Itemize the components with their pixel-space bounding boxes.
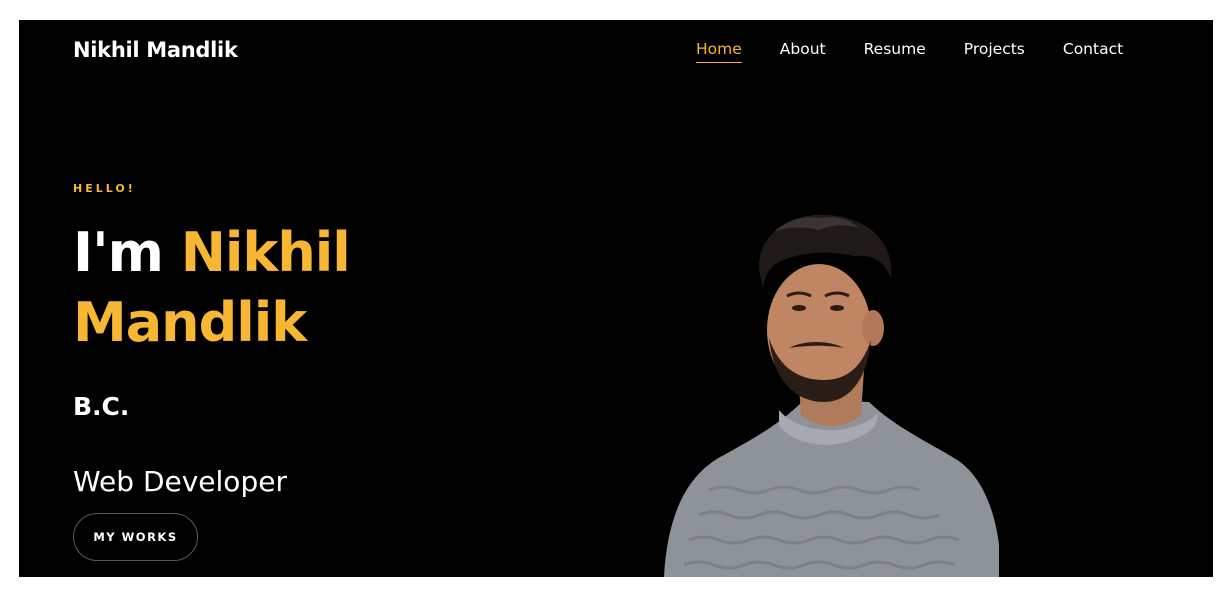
portrait-image [664,214,999,577]
main-nav: Home About Resume Projects Contact [696,40,1123,63]
hero-intro: I'm [73,221,164,284]
nav-item-about[interactable]: About [780,40,826,63]
nav-item-contact[interactable]: Contact [1063,40,1123,63]
nav-item-projects[interactable]: Projects [964,40,1025,63]
hero-role-long: Web Developer [73,465,287,498]
site-logo[interactable]: Nikhil Mandlik [73,38,238,62]
hero-greeting: HELLO! [73,182,136,195]
nav-item-resume[interactable]: Resume [864,40,926,63]
hero-name-first: Nikhil [180,221,351,284]
hero-name-last: Mandlik [73,291,307,354]
nav-item-home[interactable]: Home [696,40,742,63]
hero-heading: I'm Nikhil Mandlik [73,218,493,358]
hero-page: Nikhil Mandlik Home About Resume Project… [19,20,1213,577]
my-works-button[interactable]: MY WORKS [73,513,198,561]
hero-role-short: B.C. [73,392,130,421]
